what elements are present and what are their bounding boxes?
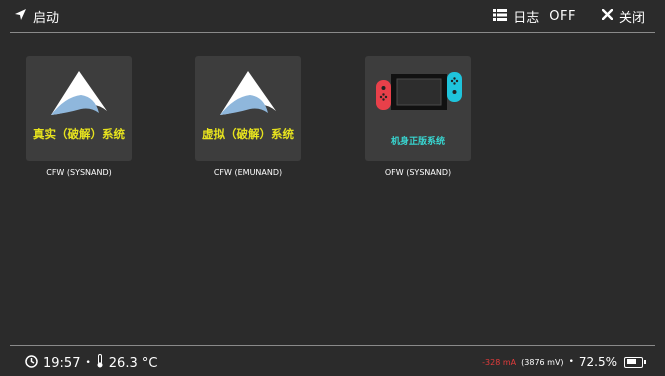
top-bar: 启动 日志 OFF 关闭 (0, 0, 665, 32)
top-divider (10, 32, 655, 33)
list-icon (493, 8, 508, 25)
battery-icon (624, 356, 646, 368)
tile-title: 机身正版系统 (390, 137, 445, 147)
atmosphere-icon (51, 71, 107, 119)
temperature-value: 26.3 °C (108, 355, 158, 371)
battery-fill (626, 359, 636, 364)
tile-caption: OFW (SYSNAND) (384, 168, 452, 177)
nintendo-switch-icon (376, 70, 462, 118)
tile-caption: CFW (SYSNAND) (46, 168, 112, 177)
launch-header[interactable]: 启动 (14, 7, 59, 26)
launch-tile-cfw-emunand[interactable]: 虚拟（破解）系统 (195, 56, 301, 161)
tile-title: 真实（破解）系统 (33, 127, 125, 141)
launch-tile-ofw-sysnand[interactable]: 机身正版系统 (365, 56, 471, 161)
thermometer-icon (96, 354, 104, 372)
close-icon (601, 8, 614, 24)
launch-label: 启动 (33, 11, 60, 26)
tile-title: 虚拟（破解）系统 (202, 127, 294, 141)
log-state: OFF (549, 9, 576, 24)
separator-dot: • (568, 357, 574, 367)
close-label: 关闭 (618, 11, 645, 26)
separator-dot: • (85, 358, 91, 368)
log-label: 日志 (513, 11, 540, 26)
time-value: 19:57 (43, 355, 81, 371)
close-button[interactable]: 关闭 (601, 7, 645, 26)
log-toggle-button[interactable]: 日志 OFF (493, 7, 576, 26)
location-arrow-icon (14, 8, 27, 25)
tile-caption: CFW (EMUNAND) (213, 168, 283, 177)
battery-percent: 72.5% (578, 355, 617, 369)
launch-tile-cfw-sysnand[interactable]: 真实（破解）系统 (26, 56, 132, 161)
voltage-value: (3876 mV) (521, 357, 564, 367)
atmosphere-icon (220, 71, 276, 119)
status-bar: 19:57 • 26.3 °C -328 mA (3876 mV) • 72.5… (0, 350, 665, 376)
current-value: -328 mA (482, 357, 517, 367)
bottom-divider (10, 345, 655, 346)
clock-icon (25, 354, 38, 372)
